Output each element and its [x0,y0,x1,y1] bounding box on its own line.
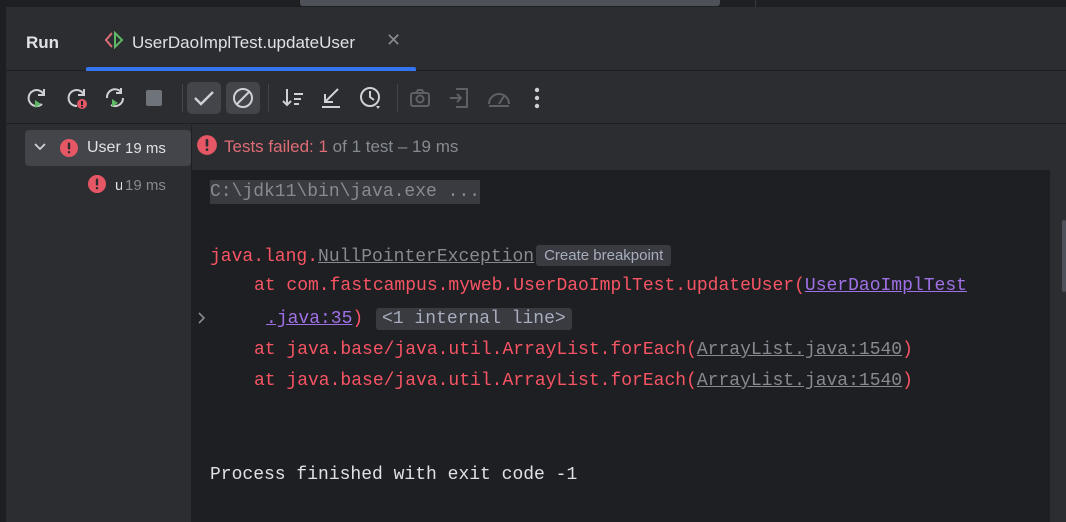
tree-item-child[interactable]: updateUser 19 ms [25,169,191,201]
close-icon[interactable]: ✕ [386,30,401,51]
stack-frame-text: at java.base/java.util.ArrayList.forEach… [254,340,697,360]
status-message: Tests failed: 1 of 1 test – 19 ms [224,137,458,157]
import-icon[interactable] [442,82,476,114]
toolbar-separator [397,84,398,112]
source-link-line[interactable]: .java:35 [266,309,352,329]
rerun-icon[interactable] [20,82,54,114]
stack-frame-close: ) [902,371,913,391]
show-passed-icon[interactable] [187,82,221,114]
active-tab-indicator [86,67,416,71]
test-tree: UserDaoImplTest 19 ms updateUser 19 ms [6,125,191,522]
screenshot-icon[interactable] [403,82,437,114]
tree-item-label: updateUser [115,177,122,194]
coverage-icon[interactable] [482,82,516,114]
more-icon[interactable] [520,82,554,114]
source-link[interactable]: ArrayList.java:1540 [697,371,902,391]
tree-item-label: UserDaoImplTest [87,139,122,156]
divider [755,0,756,7]
toolbar-separator [182,84,183,112]
tab-title: UserDaoImplTest.updateUser [132,33,355,52]
status-failed-text: Tests failed: 1 [224,137,328,156]
tab-updateuser[interactable]: UserDaoImplTest.updateUser ✕ [86,7,416,71]
source-link[interactable]: UserDaoImplTest [805,276,967,296]
show-ignored-icon[interactable] [226,82,260,114]
chevron-right-icon[interactable] [196,311,208,331]
toolbar-separator [268,84,269,112]
scrollbar-thumb[interactable] [1062,220,1066,292]
stop-icon[interactable] [137,82,171,114]
run-toolbar [6,72,1066,124]
stack-frame-text: at java.base/java.util.ArrayList.forEach… [254,371,697,391]
test-config-icon [103,30,125,50]
source-link[interactable]: ArrayList.java:1540 [697,340,902,360]
horizontal-scrollbar-thumb[interactable] [300,0,720,6]
error-icon [196,134,218,161]
console-output[interactable]: C:\jdk11\bin\java.exe ... java.lang.Null… [192,170,1050,522]
internal-lines-fold[interactable]: <1 internal line> [376,308,572,330]
exception-class-link[interactable]: NullPointerException [318,247,534,267]
failed-test-icon [87,174,107,199]
stack-frame-text: at com.fastcampus.myweb.UserDaoImplTest.… [254,276,805,296]
sort-icon[interactable] [276,82,310,114]
stack-frame-close: ) [902,340,913,360]
editor-scrollbar-strip [0,0,1066,7]
history-icon[interactable] [354,82,388,114]
stack-frame-close: ) [352,309,364,329]
tree-item-root[interactable]: UserDaoImplTest 19 ms [25,130,191,166]
stack-frame: at java.base/java.util.ArrayList.forEach… [254,340,913,360]
rerun-failed-icon[interactable] [60,82,94,114]
run-tool-window-title: Run [26,33,60,52]
create-breakpoint-button[interactable]: Create breakpoint [536,245,672,266]
stack-frame-continuation: .java:35) <1 internal line> [266,308,572,330]
collapse-icon[interactable] [314,82,348,114]
tree-item-time: 19 ms [125,177,166,194]
failed-test-icon [59,138,79,163]
stack-frame: at com.fastcampus.myweb.UserDaoImplTest.… [254,276,967,296]
exception-line: java.lang.NullPointerException Create bre… [210,245,672,267]
command-line[interactable]: C:\jdk11\bin\java.exe ... [210,180,481,204]
tree-item-time: 19 ms [125,140,166,157]
chevron-down-icon[interactable] [33,140,47,159]
run-tab-bar: Run UserDaoImplTest.updateUser ✕ [6,7,1066,71]
stack-frame: at java.base/java.util.ArrayList.forEach… [254,371,913,391]
toggle-auto-test-icon[interactable] [98,82,132,114]
exit-message: Process finished with exit code -1 [210,465,578,485]
status-summary-text: of 1 test – 19 ms [327,137,459,156]
test-status-bar: Tests failed: 1 of 1 test – 19 ms [192,125,1066,170]
exception-prefix: java.lang. [210,247,319,267]
